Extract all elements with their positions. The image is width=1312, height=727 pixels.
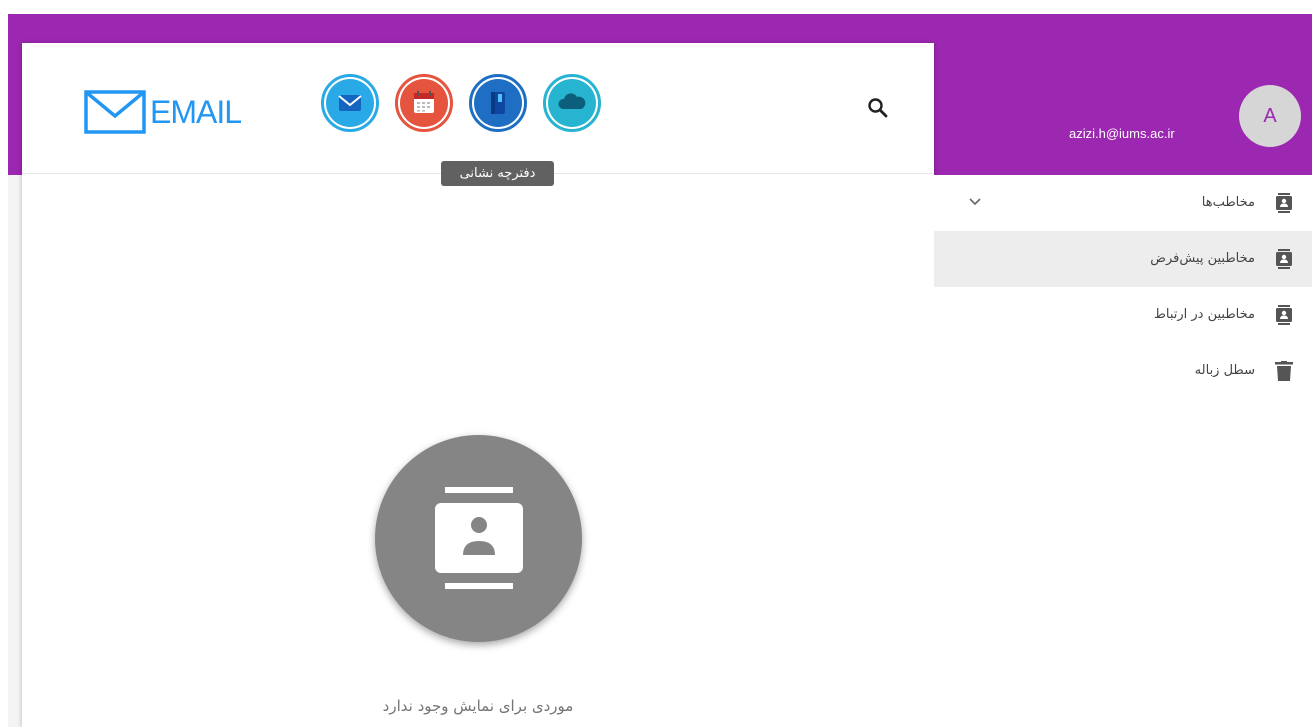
left-gutter [8,175,22,727]
envelope-icon [326,79,374,127]
sidebar-item-label: سطل زباله [1194,363,1255,378]
user-email: azizi.h@iums.ac.ir [1069,126,1175,141]
address-book-icon [474,79,522,127]
cloud-icon [548,79,596,127]
contacts-icon [1276,193,1292,213]
app-calendar-button[interactable] [395,74,453,132]
app-address-book-button[interactable] [469,74,527,132]
sidebar-item-trash[interactable]: سطل زباله [934,343,1312,399]
tooltip: دفترچه نشانی [441,161,554,186]
main-panel: EMAIL دفترچه نشانی موردی برای نمایش وجود… [22,43,934,727]
empty-state-text: موردی برای نمایش وجود ندارد [382,697,574,715]
empty-state-illustration [375,435,582,642]
sidebar-item-connected-contacts[interactable]: مخاطبین در ارتباط [934,287,1312,343]
logo-text: EMAIL [150,93,242,130]
search-icon [868,98,888,118]
envelope-logo-icon [84,90,146,134]
sidebar-item-label: مخاطب‌ها [1201,195,1255,210]
app-mail-button[interactable] [321,74,379,132]
email-logo[interactable]: EMAIL [84,87,242,137]
sidebar-item-contacts[interactable]: مخاطب‌ها [934,175,1312,231]
sidebar-item-label: مخاطبین پیش‌فرض [1150,251,1255,266]
chevron-down-icon[interactable] [967,194,983,210]
search-button[interactable] [865,95,891,121]
sidebar-item-label: مخاطبین در ارتباط [1153,307,1255,322]
contacts-icon [1276,249,1292,269]
calendar-icon [400,79,448,127]
main-header: EMAIL [22,43,934,174]
avatar[interactable]: A [1239,85,1301,147]
sidebar-item-default-contacts[interactable]: مخاطبین پیش‌فرض [934,231,1312,287]
contacts-icon [435,487,523,589]
contacts-icon [1276,305,1292,325]
sidebar: مخاطب‌ها مخاطبین پیش‌فرض مخاطبین در ارتب… [934,175,1312,727]
trash-icon [1275,361,1293,381]
app-cloud-button[interactable] [543,74,601,132]
